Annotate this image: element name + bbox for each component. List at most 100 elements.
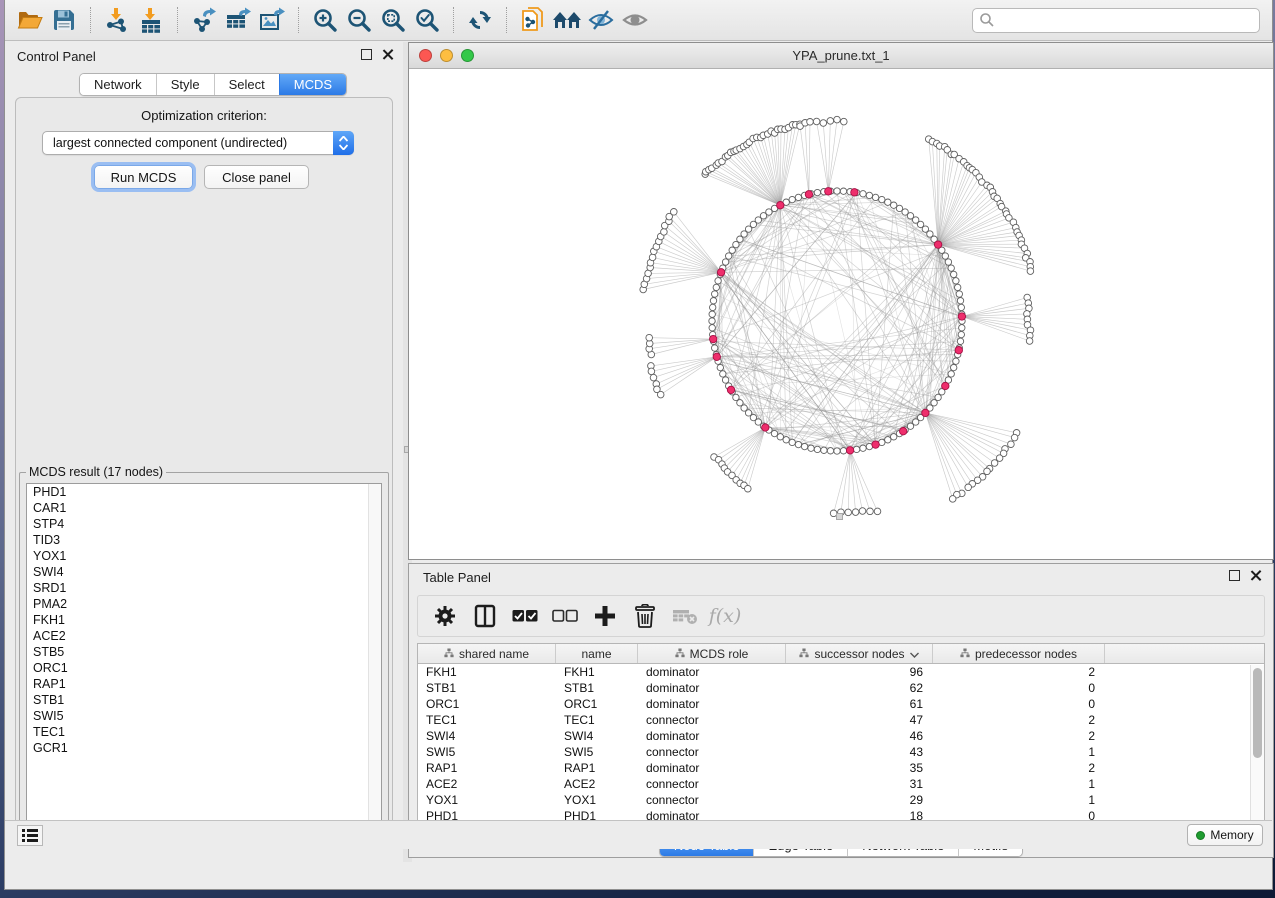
table-row[interactable]: YOX1YOX1connector291 xyxy=(418,792,1264,808)
mcds-result-item[interactable]: PMA2 xyxy=(27,596,381,612)
graph-node[interactable] xyxy=(671,209,678,216)
table-row[interactable]: RAP1RAP1dominator352 xyxy=(418,760,1264,776)
graph-node[interactable] xyxy=(948,371,954,377)
mcds-result-item[interactable]: SWI4 xyxy=(27,564,381,580)
graph-node[interactable] xyxy=(841,118,848,125)
graph-node[interactable] xyxy=(1027,268,1034,275)
graph-node[interactable] xyxy=(712,345,718,351)
network-graph-svg[interactable] xyxy=(409,69,1273,559)
export-table-icon[interactable] xyxy=(221,5,255,35)
mcds-hub-node[interactable] xyxy=(872,441,879,448)
graph-node[interactable] xyxy=(827,118,834,125)
tab-style[interactable]: Style xyxy=(156,74,214,95)
mcds-hub-node[interactable] xyxy=(900,428,907,435)
graph-node[interactable] xyxy=(874,508,881,515)
mcds-result-item[interactable]: SRD1 xyxy=(27,580,381,596)
mcds-hub-node[interactable] xyxy=(825,188,832,195)
column-header-predecessor-nodes[interactable]: predecessor nodes xyxy=(933,644,1105,663)
export-image-icon[interactable] xyxy=(255,5,289,35)
graph-node[interactable] xyxy=(821,447,827,453)
graph-node[interactable] xyxy=(789,196,795,202)
graph-node[interactable] xyxy=(813,118,820,125)
graph-node[interactable] xyxy=(860,445,866,451)
mcds-hub-node[interactable] xyxy=(934,241,941,248)
float-window-icon[interactable] xyxy=(361,49,372,60)
mcds-hub-node[interactable] xyxy=(805,191,812,198)
eye-icon[interactable] xyxy=(618,5,652,35)
graph-node[interactable] xyxy=(956,291,962,297)
graph-node[interactable] xyxy=(657,391,664,398)
mcds-hub-node[interactable] xyxy=(762,424,769,431)
mcds-result-item[interactable]: STB1 xyxy=(27,692,381,708)
graph-node[interactable] xyxy=(720,371,726,377)
graph-node[interactable] xyxy=(949,496,956,503)
save-icon[interactable] xyxy=(47,5,81,35)
table-scrollbar-thumb[interactable] xyxy=(1253,668,1262,758)
mcds-hub-node[interactable] xyxy=(727,386,734,393)
mcds-result-item[interactable]: STP4 xyxy=(27,516,381,532)
mcds-hub-node[interactable] xyxy=(851,189,858,196)
graph-node[interactable] xyxy=(834,116,841,123)
graph-node[interactable] xyxy=(885,437,891,443)
eye-slash-icon[interactable] xyxy=(584,5,618,35)
add-icon[interactable] xyxy=(592,603,618,629)
search-box[interactable] xyxy=(972,8,1260,33)
graph-node[interactable] xyxy=(958,331,964,337)
close-icon[interactable] xyxy=(382,49,393,60)
graph-node[interactable] xyxy=(953,278,959,284)
node-table[interactable]: shared namenameMCDS rolesuccessor nodesp… xyxy=(417,643,1265,831)
graph-node[interactable] xyxy=(814,446,820,452)
graph-node[interactable] xyxy=(710,304,716,310)
mcds-hub-node[interactable] xyxy=(942,382,949,389)
graph-node[interactable] xyxy=(984,468,991,475)
graph-node[interactable] xyxy=(710,298,716,304)
optimization-criterion-dropdown[interactable]: largest connected component (undirected) xyxy=(42,131,354,155)
close-panel-button[interactable]: Close panel xyxy=(204,165,309,189)
graph-node[interactable] xyxy=(948,265,954,271)
run-mcds-button[interactable]: Run MCDS xyxy=(94,165,193,189)
graph-node[interactable] xyxy=(715,278,721,284)
graph-node[interactable] xyxy=(959,325,965,331)
search-input[interactable] xyxy=(995,10,1259,30)
houses-icon[interactable] xyxy=(550,5,584,35)
graph-node[interactable] xyxy=(852,509,859,516)
graph-node[interactable] xyxy=(885,199,891,205)
export-network-icon[interactable] xyxy=(187,5,221,35)
graph-node[interactable] xyxy=(709,325,715,331)
graph-node[interactable] xyxy=(953,358,959,364)
import-network-icon[interactable] xyxy=(100,5,134,35)
zoom-out-icon[interactable] xyxy=(342,5,376,35)
mcds-result-item[interactable]: STB5 xyxy=(27,644,381,660)
graph-node[interactable] xyxy=(945,259,951,265)
graph-node[interactable] xyxy=(808,445,814,451)
refresh-icon[interactable] xyxy=(463,5,497,35)
graph-node[interactable] xyxy=(814,189,820,195)
table-row[interactable]: STB1STB1dominator620 xyxy=(418,680,1264,696)
network-canvas[interactable] xyxy=(409,69,1273,559)
table-row[interactable]: SWI5SWI5connector431 xyxy=(418,744,1264,760)
graph-node[interactable] xyxy=(795,441,801,447)
graph-node[interactable] xyxy=(840,448,846,454)
mcds-hub-node[interactable] xyxy=(713,353,720,360)
graph-node[interactable] xyxy=(712,291,718,297)
column-header-successor-nodes[interactable]: successor nodes xyxy=(786,644,933,663)
graph-node[interactable] xyxy=(834,188,840,194)
mcds-hub-node[interactable] xyxy=(717,269,724,276)
table-row[interactable]: FKH1FKH1dominator962 xyxy=(418,664,1264,680)
tab-network[interactable]: Network xyxy=(80,74,156,95)
mcds-hub-node[interactable] xyxy=(958,313,965,320)
graph-node[interactable] xyxy=(951,364,957,370)
table-row[interactable]: ORC1ORC1dominator610 xyxy=(418,696,1264,712)
zoom-selected-icon[interactable] xyxy=(410,5,444,35)
graph-node[interactable] xyxy=(661,229,668,236)
graph-node[interactable] xyxy=(859,508,866,515)
graph-node[interactable] xyxy=(722,377,728,383)
graph-node[interactable] xyxy=(827,448,833,454)
gear-icon[interactable] xyxy=(432,603,458,629)
table-row[interactable]: SWI4SWI4dominator462 xyxy=(418,728,1264,744)
mcds-result-item[interactable]: TEC1 xyxy=(27,724,381,740)
mcds-result-item[interactable]: TID3 xyxy=(27,532,381,548)
graph-node[interactable] xyxy=(649,254,656,261)
graph-node[interactable] xyxy=(722,259,728,265)
mcds-result-item[interactable]: ORC1 xyxy=(27,660,381,676)
